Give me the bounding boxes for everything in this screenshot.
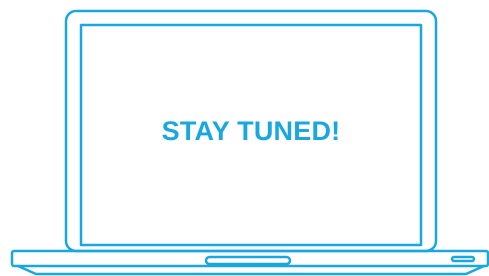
trackpad-notch-icon <box>204 255 292 266</box>
side-indicator-icon <box>450 255 476 263</box>
stay-tuned-message: STAY TUNED! <box>161 115 341 146</box>
stay-tuned-illustration: STAY TUNED! <box>0 0 489 276</box>
